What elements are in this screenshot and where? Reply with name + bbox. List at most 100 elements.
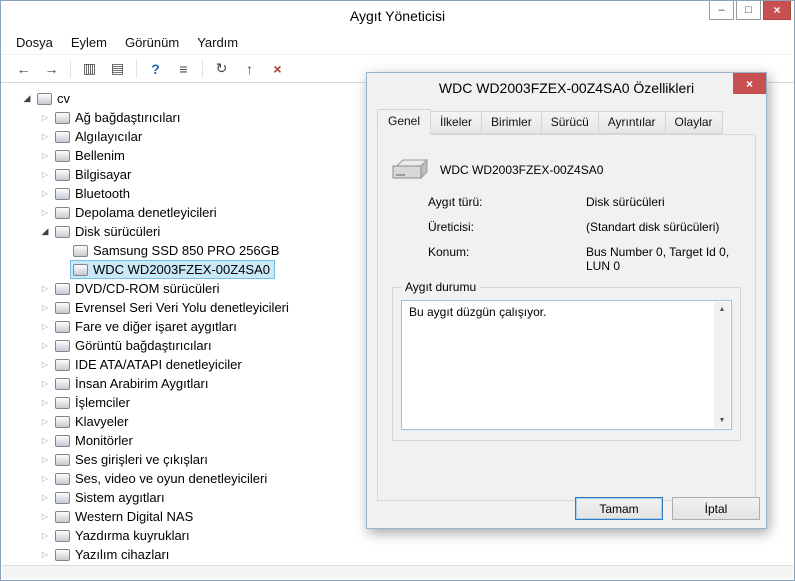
dialog-close-button[interactable]: × (733, 73, 766, 94)
scan-hardware-button[interactable]: ↻ (209, 57, 234, 80)
field-row: Üreticisi: (Standart disk sürücüleri) (428, 220, 755, 234)
field-value: (Standart disk sürücüleri) (586, 220, 720, 234)
status-bar (2, 565, 793, 579)
expand-arrow-icon[interactable]: ▷ (38, 284, 52, 293)
tab-ilkeler[interactable]: İlkeler (430, 111, 483, 134)
tree-item-label: İşlemciler (75, 395, 130, 410)
minimize-button[interactable]: – (709, 1, 734, 20)
tree-item-label: Bluetooth (75, 186, 130, 201)
scroll-down-icon[interactable]: ▼ (714, 413, 730, 428)
expand-arrow-icon[interactable]: ◢ (38, 226, 52, 237)
back-button[interactable]: ← (11, 57, 36, 80)
field-row: Aygıt türü: Disk sürücüleri (428, 195, 755, 209)
field-label: Konum: (428, 245, 470, 259)
tree-item-label: Bellenim (75, 148, 125, 163)
tab-surucu[interactable]: Sürücü (540, 111, 599, 134)
system-device-icon (55, 491, 70, 504)
field-value: Bus Number 0, Target Id 0, LUN 0 (586, 245, 730, 273)
expand-arrow-icon[interactable]: ▷ (38, 379, 52, 388)
disk-drive-icon (55, 225, 70, 238)
ok-button[interactable]: Tamam (575, 497, 663, 520)
close-button[interactable]: × (763, 1, 791, 20)
field-label: Aygıt türü: (428, 195, 483, 209)
expand-arrow-icon[interactable]: ▷ (38, 398, 52, 407)
computer-icon (55, 168, 70, 181)
console-tree-icon: ▥ (82, 60, 97, 76)
tree-item-label: Ses girişleri ve çıkışları (75, 452, 208, 467)
expand-arrow-icon[interactable]: ▷ (38, 303, 52, 312)
disk-drive-icon (392, 158, 429, 180)
tab-olaylar[interactable]: Olaylar (664, 111, 723, 134)
dialog-tabs: Genel İlkeler Birimler Sürücü Ayrıntılar Olay… (377, 109, 756, 135)
update-driver-button[interactable]: ↑ (237, 57, 262, 80)
menu-eylem[interactable]: Eylem (62, 32, 116, 53)
status-scrollbar[interactable]: ▲ ▼ (714, 302, 730, 428)
device-status-textbox[interactable]: Bu aygıt düzgün çalışıyor. ▲ ▼ (401, 300, 732, 430)
properties-button[interactable]: ▤ (105, 57, 130, 80)
expand-arrow-icon[interactable]: ▷ (38, 132, 52, 141)
uninstall-device-button[interactable]: × (265, 57, 290, 80)
expand-arrow-icon[interactable]: ◢ (20, 93, 34, 104)
tab-ayrintilar[interactable]: Ayrıntılar (597, 111, 666, 134)
network-adapter-icon (55, 111, 70, 124)
tree-item-label: Bilgisayar (75, 167, 132, 182)
expand-arrow-icon[interactable]: ▷ (38, 360, 52, 369)
tree-item-label: Sistem aygıtları (75, 490, 165, 505)
console-tree-button[interactable]: ▥ (77, 57, 102, 80)
close-icon: × (745, 76, 753, 91)
device-fields: Aygıt türü: Disk sürücüleri Üreticisi: (Sta… (378, 195, 755, 273)
expand-arrow-icon[interactable]: ▷ (38, 341, 52, 350)
tree-item-label: İnsan Arabirim Aygıtları (75, 376, 209, 391)
expand-arrow-icon[interactable]: ▷ (38, 474, 52, 483)
expand-arrow-icon[interactable]: ▷ (38, 189, 52, 198)
list-icon: ≡ (179, 60, 188, 77)
expand-arrow-icon[interactable]: ▷ (38, 417, 52, 426)
sound-controller-icon (55, 472, 70, 485)
expand-arrow-icon[interactable]: ▷ (38, 531, 52, 540)
tree-item-label: Monitörler (75, 433, 133, 448)
expand-arrow-icon[interactable]: ▷ (38, 322, 52, 331)
expand-arrow-icon[interactable]: ▷ (38, 455, 52, 464)
menu-dosya[interactable]: Dosya (7, 32, 62, 53)
minimize-icon: – (718, 4, 725, 16)
computer-icon (37, 92, 52, 105)
tree-item-label: DVD/CD-ROM sürücüleri (75, 281, 220, 296)
expand-arrow-icon[interactable]: ▷ (38, 170, 52, 179)
menu-yardim[interactable]: Yardım (188, 32, 247, 53)
window-title: Aygıt Yöneticisi (349, 8, 446, 24)
help-icon: ? (151, 60, 160, 77)
keyboard-icon (55, 415, 70, 428)
device-manager-window: Aygıt Yöneticisi – □ × Dosya Eylem Görünüm… (0, 0, 795, 581)
tree-item-label: Algılayıcılar (75, 129, 143, 144)
dialog-buttons: Tamam İptal (575, 497, 760, 520)
expand-arrow-icon[interactable]: ▷ (38, 550, 52, 559)
device-status-label: Aygıt durumu (401, 280, 481, 294)
close-icon: × (773, 3, 781, 17)
bluetooth-icon (55, 187, 70, 200)
tree-item-label: Klavyeler (75, 414, 129, 429)
expand-arrow-icon[interactable]: ▷ (38, 113, 52, 122)
expand-arrow-icon[interactable]: ▷ (38, 512, 52, 521)
tree-item-label: Depolama denetleyicileri (75, 205, 217, 220)
device-header: WDC WD2003FZEX-00Z4SA0 (378, 135, 755, 195)
expand-arrow-icon[interactable]: ▷ (38, 151, 52, 160)
tab-birimler[interactable]: Birimler (481, 111, 542, 134)
tree-item-label: Disk sürücüleri (75, 224, 161, 239)
device-status-text: Bu aygıt düzgün çalışıyor. (409, 305, 547, 319)
forward-button[interactable]: → (39, 57, 64, 80)
maximize-button[interactable]: □ (736, 1, 761, 20)
field-row: Konum: Bus Number 0, Target Id 0, LUN 0 (428, 245, 755, 273)
disk-drive-icon (73, 244, 88, 257)
expand-arrow-icon[interactable]: ▷ (38, 208, 52, 217)
expand-arrow-icon[interactable]: ▷ (38, 493, 52, 502)
display-adapter-icon (55, 339, 70, 352)
expand-arrow-icon[interactable]: ▷ (38, 436, 52, 445)
cancel-button[interactable]: İptal (672, 497, 760, 520)
tab-genel[interactable]: Genel (377, 109, 432, 135)
toolbar-separator (70, 59, 71, 78)
general-tab-panel: WDC WD2003FZEX-00Z4SA0 Aygıt türü: Disk s… (377, 134, 756, 501)
help-button[interactable]: ? (143, 57, 168, 80)
device-list-button[interactable]: ≡ (171, 57, 196, 80)
scroll-up-icon[interactable]: ▲ (714, 302, 730, 317)
menu-gorunum[interactable]: Görünüm (116, 32, 188, 53)
